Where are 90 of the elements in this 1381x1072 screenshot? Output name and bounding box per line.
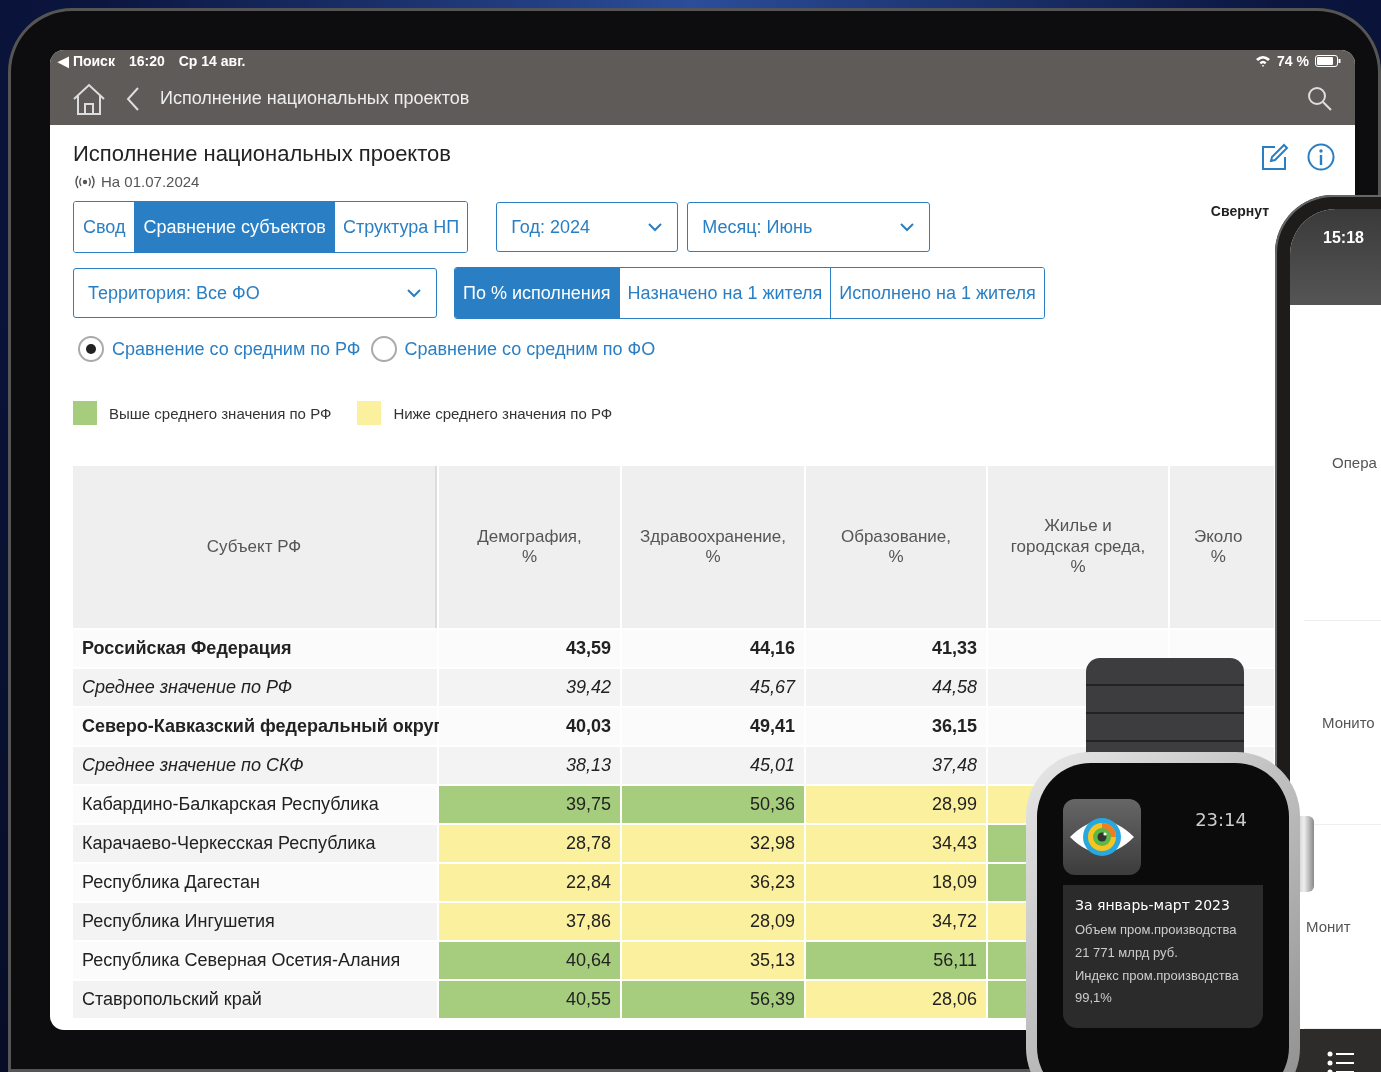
notification-text: Индекс пром.производства <box>1075 966 1240 985</box>
legend-label: Выше среднего значения по РФ <box>109 404 332 422</box>
year-dropdown[interactable]: Год: 2024 <box>496 202 679 252</box>
chevron-down-icon <box>899 222 916 232</box>
row-label: Карачаево-Черкесская Республика <box>73 825 437 862</box>
table-cell: 38,13 <box>439 747 620 784</box>
page-title: Исполнение национальных проектов <box>73 141 451 167</box>
broadcast-icon <box>73 174 97 189</box>
row-label: Российская Федерация <box>73 630 437 667</box>
status-date: Ср 14 авг. <box>178 53 246 69</box>
table-cell: 49,41 <box>622 708 804 745</box>
row-label: Среднее значение по СКФ <box>73 747 437 784</box>
table-cell: 22,84 <box>439 864 620 901</box>
watch-time: 23:14 <box>1195 809 1247 830</box>
tab[interactable]: Структура НП <box>333 202 468 252</box>
radio-button[interactable] <box>78 336 104 362</box>
eye-icon <box>1068 815 1136 859</box>
radio-label[interactable]: Сравнение со средним по ФО <box>404 338 656 360</box>
edit-icon[interactable] <box>1261 143 1289 171</box>
table-cell: 28,99 <box>806 786 986 823</box>
tab[interactable]: По % исполнения <box>455 268 619 318</box>
search-icon[interactable] <box>1307 85 1333 112</box>
chevron-down-icon <box>647 222 664 232</box>
battery-percent: 74 % <box>1277 53 1309 69</box>
list-icon[interactable] <box>1327 1051 1355 1072</box>
table-cell: 43,59 <box>439 630 620 667</box>
status-time: 16:20 <box>128 53 165 69</box>
table-cell: 18,09 <box>806 864 986 901</box>
battery-icon <box>1315 55 1341 67</box>
chevron-down-icon <box>406 288 422 298</box>
column-header: Жилье и городская среда, % <box>988 466 1168 628</box>
table-cell: 45,01 <box>622 747 804 784</box>
column-header: Здравоохранение, % <box>622 466 804 628</box>
column-header: Эколо % <box>1170 466 1274 628</box>
table-cell: 34,72 <box>806 903 986 940</box>
row-label: Республика Дагестан <box>73 864 437 901</box>
table-cell: 41,33 <box>806 630 986 667</box>
legend-label: Ниже среднего значения по РФ <box>393 404 613 422</box>
table-cell: 44,58 <box>806 669 986 706</box>
table-cell: 40,64 <box>439 942 620 979</box>
menu-item[interactable]: Опера <box>1332 454 1377 471</box>
column-header: Демография, % <box>439 466 620 628</box>
notification-title: За январь-март 2023 <box>1075 897 1231 913</box>
row-label: Северо-Кавказский федеральный округ <box>73 708 437 745</box>
row-label: Ставропольский край <box>73 981 437 1018</box>
table-cell: 56,39 <box>622 981 804 1018</box>
table-cell: 37,48 <box>806 747 986 784</box>
table-cell: 44,16 <box>622 630 804 667</box>
menu-item[interactable]: Монит <box>1306 918 1351 935</box>
info-icon[interactable] <box>1307 143 1335 171</box>
phone-time: 15:18 <box>1323 229 1364 246</box>
back-link[interactable]: ◀ Поиск <box>58 53 115 69</box>
row-label: Республика Ингушетия <box>73 903 437 940</box>
back-chevron-icon[interactable] <box>126 85 140 112</box>
home-icon[interactable] <box>72 81 106 116</box>
tab[interactable]: Сравнение субъектов <box>134 202 334 252</box>
update-date: На 01.07.2024 <box>101 173 200 190</box>
radio-button[interactable] <box>370 336 397 362</box>
tab[interactable]: Исполнено на 1 жителя <box>830 268 1044 318</box>
month-dropdown[interactable]: Месяц: Июнь <box>687 202 931 252</box>
row-label: Кабардино-Балкарская Республика <box>73 786 437 823</box>
collapse-link[interactable]: Свернут <box>1210 203 1269 219</box>
table-cell: 36,15 <box>806 708 986 745</box>
column-header: Субъект РФ <box>73 466 437 628</box>
table-cell: 28,06 <box>806 981 986 1018</box>
table-cell: 39,75 <box>439 786 620 823</box>
table-cell: 37,86 <box>439 903 620 940</box>
row-label: Среднее значение по РФ <box>73 669 437 706</box>
table-cell: 36,23 <box>622 864 804 901</box>
table-cell: 32,98 <box>622 825 804 862</box>
table-cell: 28,78 <box>439 825 620 862</box>
table-cell: 35,13 <box>622 942 804 979</box>
table-cell: 39,42 <box>439 669 620 706</box>
table-cell: 28,09 <box>622 903 804 940</box>
wifi-icon <box>1255 55 1272 67</box>
nav-title: Исполнение национальных проектов <box>160 88 470 109</box>
table-cell: 40,03 <box>439 708 620 745</box>
radio-label[interactable]: Сравнение со средним по РФ <box>112 338 361 360</box>
notification-text: 21 771 млрд руб. <box>1075 943 1179 962</box>
notification-text: 99,1% <box>1075 989 1113 1008</box>
table-cell: 45,67 <box>622 669 804 706</box>
row-label: Республика Северная Осетия-Алания <box>73 942 437 979</box>
menu-item[interactable]: Монито <box>1322 714 1375 731</box>
table-cell: 56,11 <box>806 942 986 979</box>
table-cell: 34,43 <box>806 825 986 862</box>
table-cell: 50,36 <box>622 786 804 823</box>
territory-dropdown[interactable]: Территория: Все ФО <box>73 268 437 318</box>
notification-text: Объем пром.производства <box>1075 921 1238 939</box>
table-cell: 40,55 <box>439 981 620 1018</box>
column-header: Образование, % <box>806 466 986 628</box>
